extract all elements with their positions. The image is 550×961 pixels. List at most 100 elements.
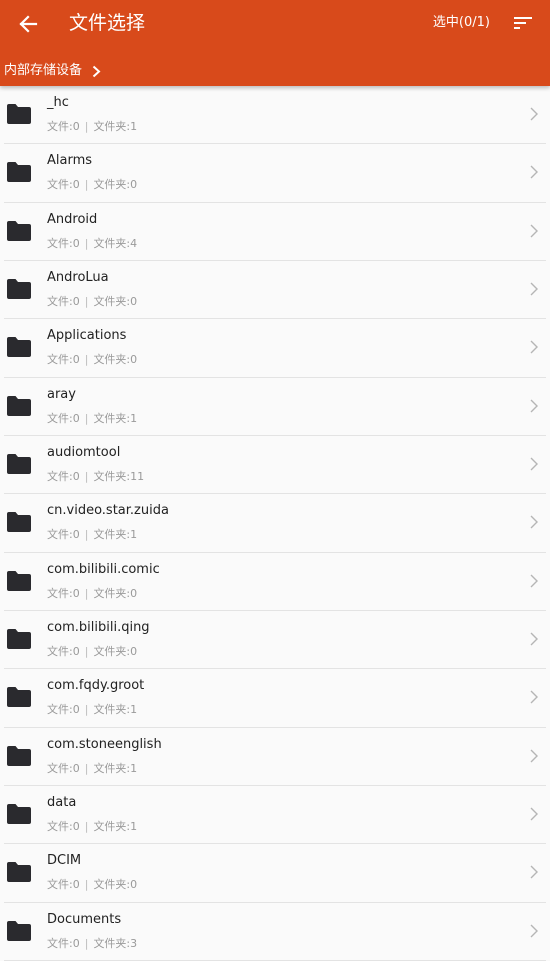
folder-count: 文件夹:4 (93, 236, 138, 250)
file-count: 文件:0 (47, 120, 80, 133)
folder-name: _hc (47, 95, 69, 110)
chevron-right-icon (92, 65, 101, 78)
meta-separator: | (84, 586, 89, 600)
folder-icon (7, 337, 31, 358)
folder-icon (7, 745, 31, 766)
folder-meta: 文件:0 | 文件夹:0 (47, 352, 137, 368)
folder-count: 文件夹:0 (93, 353, 138, 367)
folder-meta: 文件:0 | 文件夹:0 (47, 877, 137, 893)
folder-name: Alarms (47, 153, 93, 169)
folder-meta: 文件:0 | 文件夹:3 (47, 936, 137, 952)
page-title: 文件选择 (69, 12, 146, 34)
chevron-right-icon (530, 224, 538, 238)
file-count: 文件:0 (47, 294, 80, 308)
meta-separator: | (84, 469, 89, 483)
folder-row[interactable]: com.fqdy.groot 文件:0 | 文件夹:1 (0, 669, 550, 728)
meta-separator: | (84, 178, 89, 192)
folder-name: cn.video.star.zuida (47, 503, 169, 519)
folder-meta: 文件:0 | 文件夹:0 (47, 294, 137, 310)
file-count: 文件:0 (47, 936, 80, 950)
folder-icon (7, 395, 31, 416)
folder-name: AndroLua (47, 269, 109, 285)
folder-icon (7, 687, 31, 708)
folder-row[interactable]: com.bilibili.comic 文件:0 | 文件夹:0 (0, 552, 550, 612)
meta-separator: | (84, 878, 89, 892)
meta-separator: | (84, 936, 89, 950)
file-count: 文件:0 (47, 586, 80, 600)
chevron-right-icon (530, 574, 538, 588)
meta-separator: | (84, 819, 89, 833)
folder-meta: 文件:0 | 文件夹:1 (47, 819, 137, 835)
folder-meta: 文件:0 | 文件夹:4 (47, 236, 137, 252)
meta-separator: | (84, 294, 89, 308)
folder-row[interactable]: data 文件:0 | 文件夹:1 (0, 785, 550, 845)
file-count: 文件:0 (47, 644, 80, 658)
chevron-right-icon (530, 165, 538, 179)
back-button[interactable] (14, 10, 42, 38)
folder-name: Applications (47, 328, 127, 344)
folder-meta: 文件:0 | 文件夹:11 (47, 469, 144, 485)
file-count: 文件:0 (47, 761, 80, 775)
chevron-right-icon (530, 865, 538, 879)
folder-row[interactable]: Documents 文件:0 | 文件夹:3 (0, 902, 550, 961)
chevron-right-icon (530, 457, 538, 471)
app-bar: 文件选择 选中(0/1) 内部存储设备 (0, 0, 550, 86)
folder-count: 文件夹:1 (93, 703, 138, 717)
meta-separator: | (84, 703, 89, 717)
sort-button[interactable] (510, 10, 536, 36)
folder-row[interactable]: DCIM 文件:0 | 文件夹:0 (0, 844, 550, 903)
folder-icon (7, 162, 31, 183)
file-count: 文件:0 (47, 819, 80, 833)
folder-name: com.fqdy.groot (47, 678, 145, 694)
folder-icon (7, 570, 31, 591)
meta-separator: | (84, 236, 89, 250)
folder-row[interactable]: com.bilibili.qing 文件:0 | 文件夹:0 (0, 610, 550, 670)
file-count: 文件:0 (47, 236, 80, 250)
folder-count: 文件夹:1 (93, 819, 138, 833)
folder-name: com.bilibili.qing (47, 619, 150, 635)
folder-meta: 文件:0 | 文件夹:1 (47, 119, 137, 135)
folder-icon (7, 628, 31, 649)
folder-row[interactable]: cn.video.star.zuida 文件:0 | 文件夹:1 (0, 494, 550, 553)
folder-count: 文件夹:1 (93, 761, 138, 775)
file-count: 文件:0 (47, 528, 80, 542)
folder-row[interactable]: AndroLua 文件:0 | 文件夹:0 (0, 260, 550, 320)
folder-row[interactable]: _hc 文件:0 | 文件夹:1 (0, 86, 550, 145)
folder-icon (7, 278, 31, 299)
file-count: 文件:0 (47, 353, 80, 367)
folder-row[interactable]: Applications 文件:0 | 文件夹:0 (0, 319, 550, 378)
folder-count: 文件夹:0 (93, 878, 138, 892)
breadcrumb[interactable]: 内部存储设备 (4, 60, 101, 82)
chevron-right-icon (530, 340, 538, 354)
folder-count: 文件夹:1 (93, 528, 138, 542)
folder-count: 文件夹:0 (93, 644, 138, 658)
folder-row[interactable]: audiomtool 文件:0 | 文件夹:11 (0, 435, 550, 495)
folder-name: audiomtool (47, 444, 121, 460)
folder-row[interactable]: com.stoneenglish 文件:0 | 文件夹:1 (0, 727, 550, 787)
selected-count-button[interactable]: 选中(0/1) (433, 13, 490, 33)
meta-separator: | (84, 644, 89, 658)
sort-icon (514, 17, 532, 29)
file-count: 文件:0 (47, 178, 80, 192)
meta-separator: | (84, 353, 89, 367)
folder-name: com.stoneenglish (47, 736, 162, 752)
folder-meta: 文件:0 | 文件夹:0 (47, 586, 137, 602)
folder-name: Android (47, 211, 98, 227)
folder-row[interactable]: Android 文件:0 | 文件夹:4 (0, 202, 550, 262)
chevron-right-icon (530, 807, 538, 821)
folder-name: DCIM (47, 853, 82, 869)
breadcrumb-item-internal-storage[interactable]: 内部存储设备 (4, 61, 82, 81)
folder-icon (7, 453, 31, 474)
folder-name: com.bilibili.comic (47, 561, 160, 577)
folder-row[interactable]: Alarms 文件:0 | 文件夹:0 (0, 144, 550, 203)
chevron-right-icon (530, 924, 538, 938)
arrow-left-icon (19, 15, 38, 33)
folder-meta: 文件:0 | 文件夹:1 (47, 761, 137, 777)
folder-count: 文件夹:11 (93, 469, 145, 483)
folder-count: 文件夹:0 (93, 586, 138, 600)
folder-row[interactable]: aray 文件:0 | 文件夹:1 (0, 377, 550, 437)
chevron-right-icon (530, 399, 538, 413)
file-count: 文件:0 (47, 703, 80, 717)
chevron-right-icon (530, 515, 538, 529)
chevron-right-icon (530, 107, 538, 121)
